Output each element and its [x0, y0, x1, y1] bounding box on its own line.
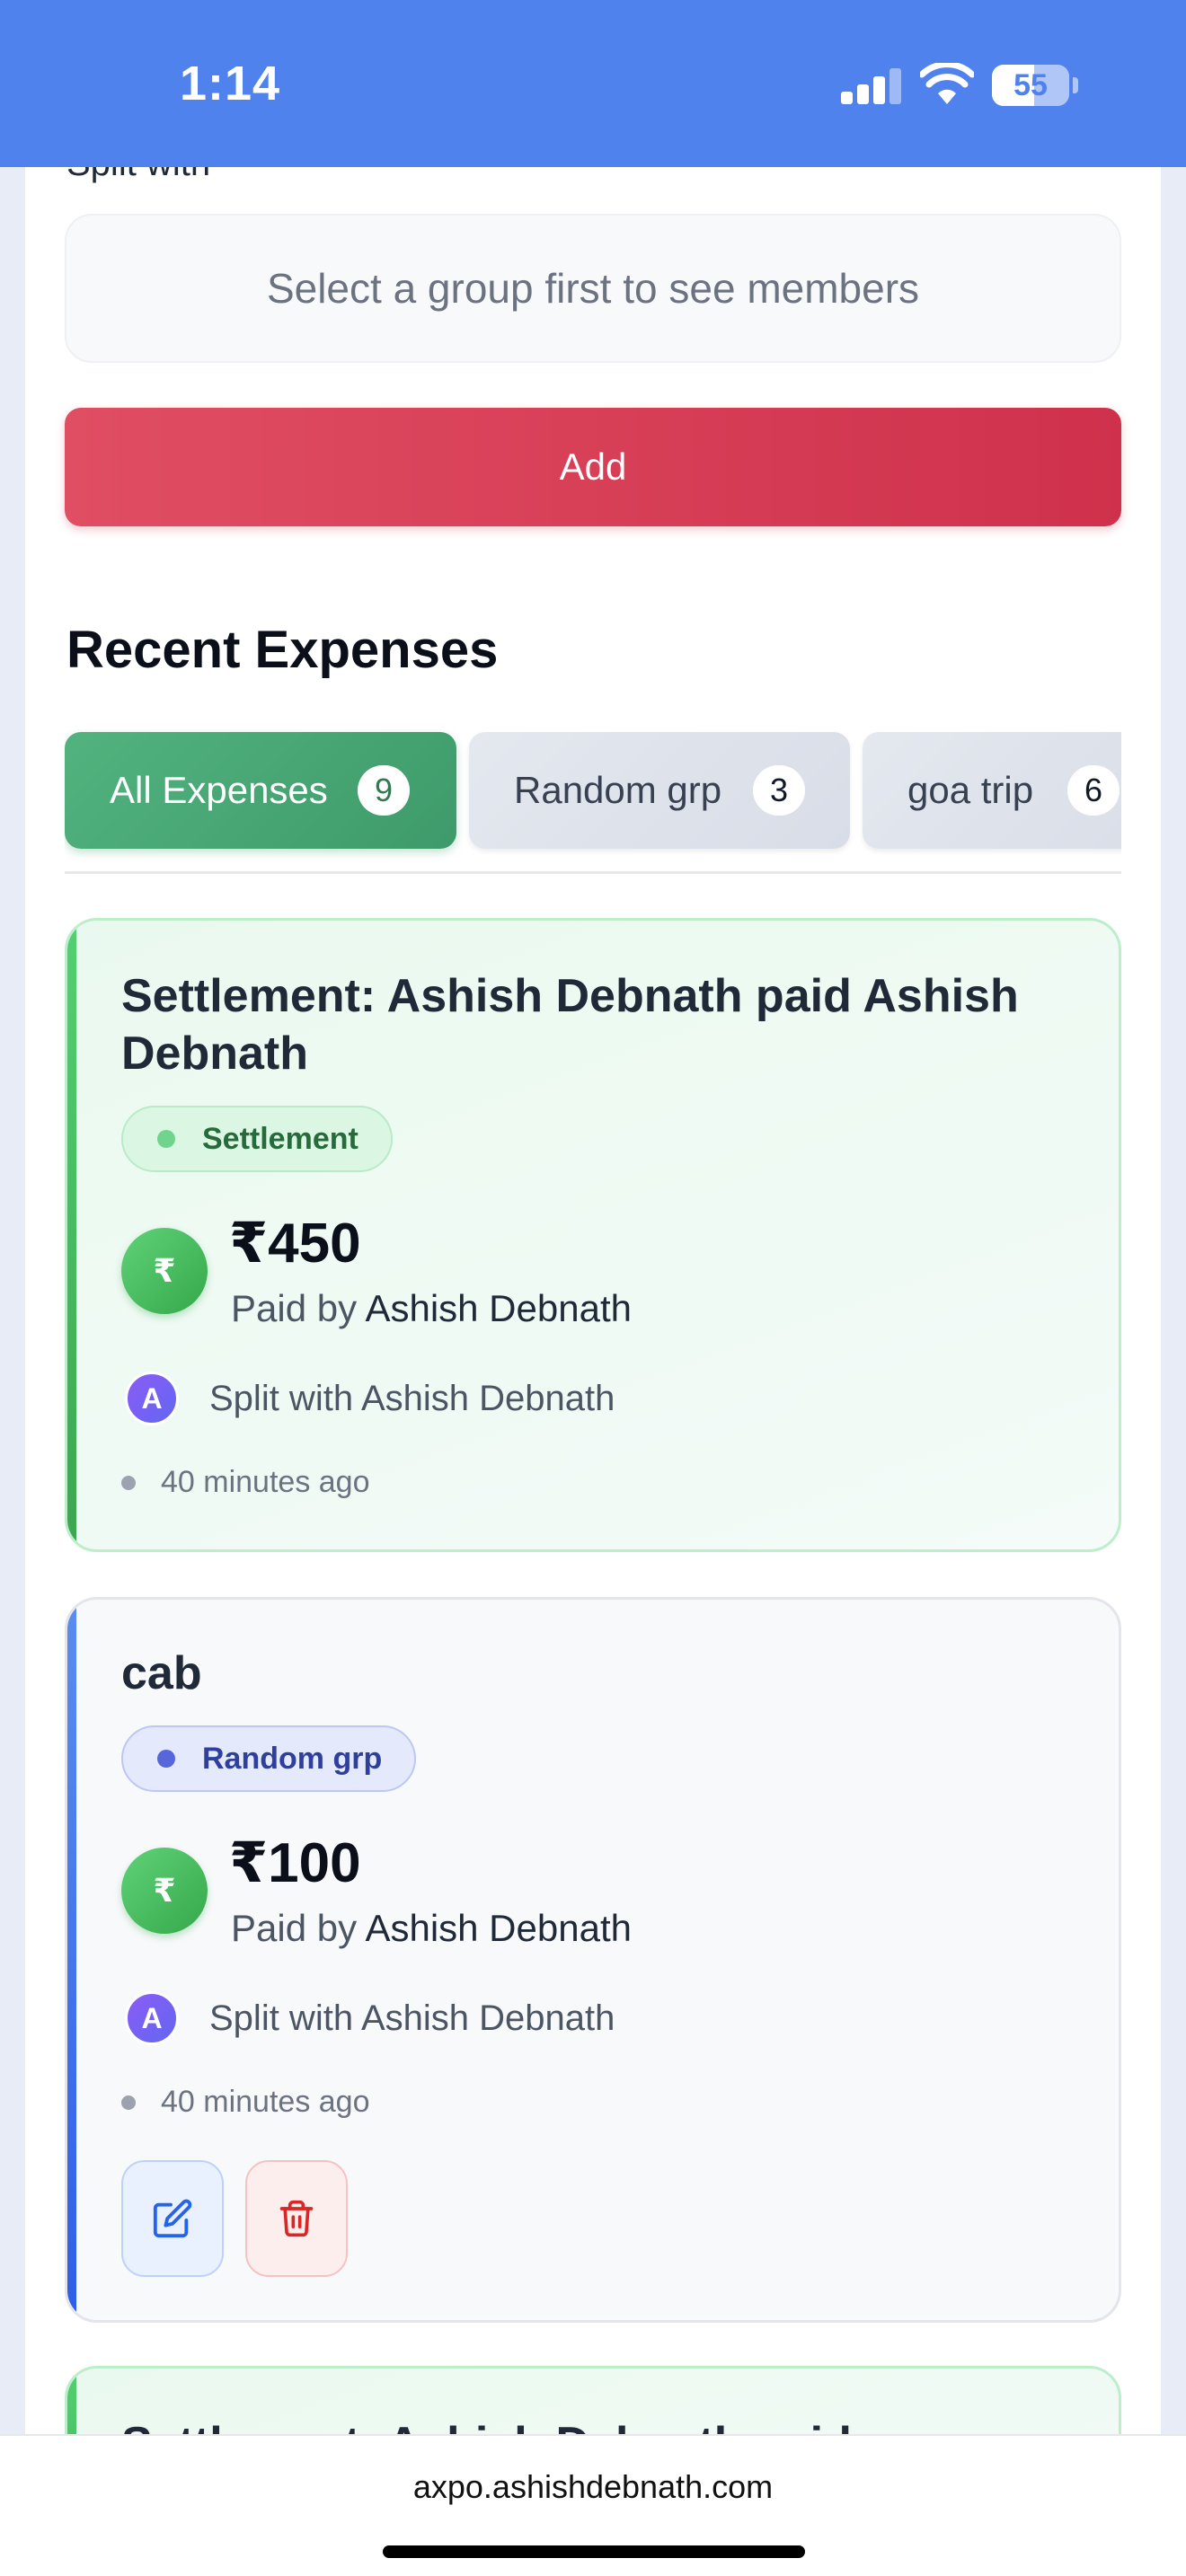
tabs-divider — [65, 871, 1121, 874]
card-accent-bar — [67, 1600, 76, 2320]
expense-amount: ₹100 — [229, 1832, 361, 1894]
expense-time: 40 minutes ago — [161, 1465, 370, 1499]
rupee-icon: ₹ — [121, 1228, 208, 1314]
status-bar: 1:14 55 — [0, 0, 1186, 167]
group-filter-tabs: All Expenses 9 Random grp 3 goa trip 6 — [65, 729, 1121, 864]
battery-level: 55 — [1013, 68, 1048, 102]
expense-title: cab — [121, 1647, 202, 1699]
expense-time: 40 minutes ago — [161, 2085, 370, 2119]
split-with-text: Split with Ashish Debnath — [209, 1379, 615, 1418]
avatar: A — [125, 1991, 179, 2045]
card-accent-bar — [67, 921, 76, 1549]
tag-label: Random grp — [202, 1741, 383, 1776]
wifi-icon — [920, 63, 974, 104]
expense-amount: ₹450 — [229, 1213, 361, 1275]
tab-label: goa trip — [907, 769, 1034, 811]
tab-count-badge: 9 — [358, 765, 410, 816]
expense-title: Settlement: Ashish Debnath paid Ashish D… — [121, 970, 1019, 1080]
status-time: 1:14 — [180, 57, 281, 110]
browser-address-bar[interactable]: axpo.ashishdebnath.com — [0, 2434, 1186, 2576]
cellular-signal-icon — [841, 68, 902, 104]
tag-dot — [157, 1130, 175, 1148]
tab-random-grp[interactable]: Random grp 3 — [469, 732, 850, 849]
expense-card[interactable]: Settlement: Ashish Debnath paid Ashish D… — [65, 918, 1121, 1552]
edit-icon — [153, 2199, 192, 2238]
tab-label: Random grp — [514, 769, 722, 811]
avatar: A — [125, 1372, 179, 1425]
tab-count-badge: 3 — [753, 765, 805, 816]
settlement-tag: Settlement — [121, 1106, 393, 1172]
trash-icon — [279, 2200, 314, 2237]
rupee-icon: ₹ — [121, 1848, 208, 1934]
url-text[interactable]: axpo.ashishdebnath.com — [0, 2468, 1186, 2506]
paid-by: Paid by Ashish Debnath — [231, 1907, 632, 1950]
group-tag: Random grp — [121, 1725, 417, 1792]
paid-by-prefix: Paid by — [231, 1907, 358, 1949]
split-with-text: Split with Ashish Debnath — [209, 1998, 615, 2038]
time-dot — [121, 2095, 136, 2110]
expense-card[interactable]: cab Random grp ₹ ₹100 Paid by Ashish Deb… — [65, 1597, 1121, 2323]
tag-dot — [157, 1750, 175, 1768]
tag-label: Settlement — [202, 1121, 358, 1156]
edit-button[interactable] — [121, 2160, 224, 2277]
recent-expenses-title: Recent Expenses — [66, 621, 499, 679]
tab-label: All Expenses — [110, 769, 328, 811]
paid-by-name: Ashish Debnath — [365, 1287, 632, 1329]
battery-nub — [1073, 77, 1078, 93]
battery-icon: 55 — [992, 65, 1069, 106]
paid-by-name: Ashish Debnath — [365, 1907, 632, 1949]
time-dot — [121, 1476, 136, 1490]
members-box: Select a group first to see members — [65, 214, 1121, 363]
add-button[interactable]: Add — [65, 408, 1121, 526]
delete-button[interactable] — [245, 2160, 348, 2277]
members-placeholder: Select a group first to see members — [266, 265, 920, 312]
tab-all-expenses[interactable]: All Expenses 9 — [65, 732, 456, 849]
home-indicator[interactable] — [383, 2545, 805, 2558]
tab-goa-trip[interactable]: goa trip 6 — [863, 732, 1121, 849]
paid-by: Paid by Ashish Debnath — [231, 1287, 632, 1330]
paid-by-prefix: Paid by — [231, 1287, 358, 1329]
tab-count-badge: 6 — [1067, 765, 1120, 816]
